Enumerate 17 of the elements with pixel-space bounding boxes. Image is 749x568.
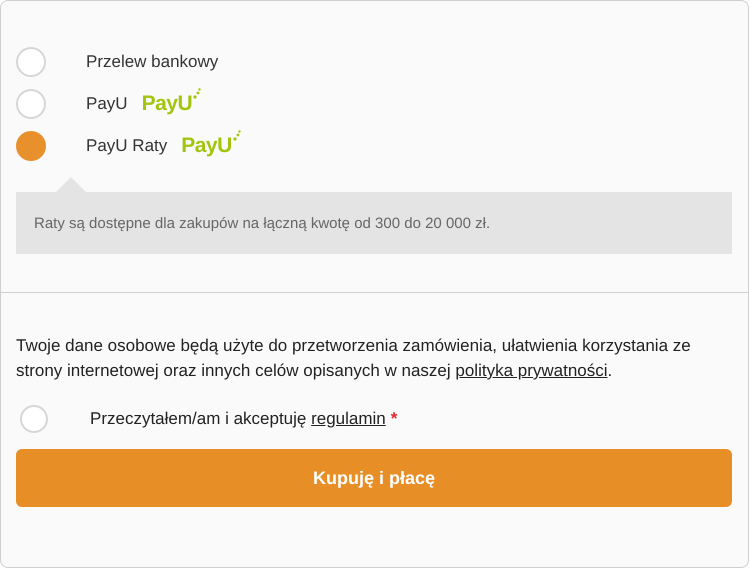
payu-logo: PayU: [181, 134, 232, 158]
dots-icon: [232, 130, 241, 142]
payment-option-label: PayU Raty: [86, 136, 168, 156]
terms-label: Przeczytałem/am i akceptuję regulamin: [90, 409, 386, 429]
terms-checkbox[interactable]: [20, 405, 48, 433]
dots-icon: [193, 88, 202, 100]
payment-option-label: Przelew bankowy: [86, 52, 218, 72]
terms-link[interactable]: regulamin: [311, 409, 386, 428]
payment-option-label: PayU: [86, 94, 128, 114]
info-note-text: Raty są dostępne dla zakupów na łączną kwotę od 300 do 20 000 zł.: [34, 214, 490, 232]
radio-button[interactable]: [16, 131, 46, 161]
privacy-policy-link[interactable]: polityka prywatności: [455, 361, 608, 380]
payu-logo: PayU: [142, 92, 192, 116]
radio-button[interactable]: [16, 89, 46, 119]
privacy-notice: Twoje dane osobowe będą użyte do przetworzenia zamówienia, ułatwienia korzystania ze strony internetowej oraz innych celów opisanych w naszej polityka prywatności.: [16, 335, 692, 382]
radio-button[interactable]: [16, 47, 46, 77]
required-mark: *: [390, 409, 398, 429]
